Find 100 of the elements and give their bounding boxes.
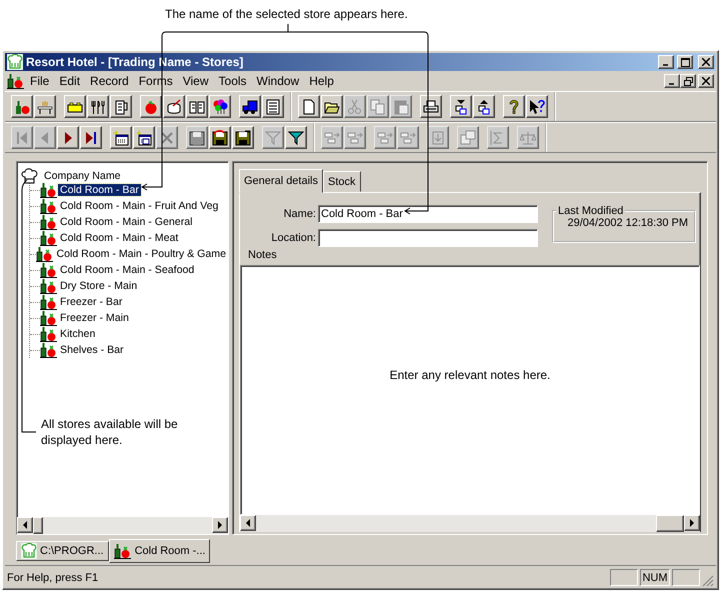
horizontal-scrollbar[interactable] (240, 515, 700, 532)
scroll-right-button[interactable] (212, 517, 228, 533)
restore-button[interactable] (680, 74, 696, 88)
tree-item[interactable]: Cold Room - Main - General (58, 216, 194, 228)
toolbar-button[interactable] (503, 95, 525, 118)
bottle-apple-icon (40, 294, 58, 310)
toolbar-button[interactable] (163, 95, 185, 118)
help-pointer-icon (529, 98, 545, 114)
toolbar-button[interactable] (186, 95, 208, 118)
status-indicator: NUM (640, 569, 670, 586)
toolbar-button[interactable] (262, 95, 284, 118)
toolbar-button[interactable] (87, 95, 109, 118)
toolbar-button[interactable] (110, 95, 132, 118)
tree-item[interactable]: Kitchen (58, 328, 98, 340)
minimize-button[interactable] (664, 74, 680, 88)
menu-item[interactable]: Record (85, 74, 134, 88)
menu-item[interactable]: Tools (214, 74, 252, 88)
left-arrow-icon (22, 521, 28, 529)
scroll-left-button[interactable] (17, 517, 33, 533)
window-tab[interactable]: C:\PROGR... (16, 541, 109, 561)
notes-field[interactable]: Enter any relevant notes here. (240, 265, 700, 515)
status-pane (672, 569, 700, 586)
bottle-apple-icon (40, 230, 58, 246)
window-tab[interactable]: Cold Room -... (108, 539, 210, 563)
close-icon (702, 58, 710, 66)
chef-icon (21, 543, 37, 559)
copy-icon (370, 98, 386, 114)
close-button[interactable] (698, 55, 714, 69)
save-as-icon (235, 130, 251, 146)
scroll-left-button[interactable] (240, 515, 256, 531)
tree-item[interactable]: Freezer - Main (58, 312, 131, 324)
toolbar-button[interactable] (80, 126, 102, 149)
maximize-button[interactable] (677, 55, 693, 69)
scales-icon (520, 130, 536, 146)
toolbar-button[interactable] (526, 95, 548, 118)
restore-icon (684, 76, 692, 86)
field-label: Notes (247, 248, 278, 263)
scroll-thumb[interactable] (656, 515, 684, 532)
toolbar-button[interactable] (473, 95, 495, 118)
minimize-button[interactable] (658, 55, 674, 69)
bottle-apple-icon (40, 342, 58, 358)
horizontal-scrollbar[interactable] (17, 517, 228, 534)
toolbar-button[interactable] (321, 95, 343, 118)
callout-text: All stores available will be displayed here. (41, 416, 179, 448)
tree-item[interactable]: Cold Room - Main - Seafood (58, 264, 196, 276)
field-label: Name: (282, 208, 317, 220)
tree-item[interactable]: Cold Room - Main - Meat (58, 232, 180, 244)
bottle-apple-icon (14, 98, 30, 114)
tree-item[interactable]: Freezer - Bar (58, 296, 124, 308)
toolbar-button[interactable] (285, 126, 307, 149)
toolbar-button[interactable] (209, 95, 231, 118)
bottle-apple-icon (40, 198, 58, 214)
chef-icon (7, 54, 23, 70)
maximize-icon (680, 58, 690, 66)
toolbar-button[interactable] (239, 95, 261, 118)
menu-item[interactable]: File (25, 74, 54, 88)
scroll-thumb[interactable] (33, 517, 43, 534)
menu-item[interactable]: View (178, 74, 214, 88)
balloons-icon (212, 98, 228, 114)
tree-item[interactable]: Cold Room - Bar (58, 184, 141, 196)
tree-root[interactable]: Company Name (42, 170, 123, 182)
toolbar-button[interactable] (11, 95, 33, 118)
toolbar-button[interactable] (420, 95, 442, 118)
scissors-icon (347, 98, 363, 114)
tomato-icon (143, 98, 159, 114)
scroll-right-button[interactable] (684, 515, 700, 531)
tree-item[interactable]: Cold Room - Main - Poultry & Game (54, 248, 228, 260)
toolbar-button[interactable] (232, 126, 254, 149)
tab[interactable]: General details (239, 169, 323, 193)
toolbar-button[interactable] (133, 126, 155, 149)
location-field[interactable] (318, 229, 538, 247)
move-up-icon (377, 130, 393, 146)
new-record-icon (113, 130, 129, 146)
toolbar-button[interactable] (64, 95, 86, 118)
tree-item[interactable]: Shelves - Bar (58, 344, 126, 356)
tab[interactable]: Stock (323, 171, 361, 192)
tree-item[interactable]: Dry Store - Main (58, 280, 140, 292)
resize-grip-icon (702, 575, 714, 587)
menu-item[interactable]: Help (304, 74, 339, 88)
menu-item[interactable]: Window (252, 74, 304, 88)
cutlery-icon (90, 98, 106, 114)
menu-item[interactable]: Edit (54, 74, 86, 88)
toolbar-button[interactable] (110, 126, 132, 149)
group-label: Last Modified (557, 205, 624, 217)
tree-item[interactable]: Cold Room - Main - Fruit And Veg (58, 200, 220, 212)
bottle-apple-icon (40, 310, 58, 326)
toolbar-button[interactable] (140, 95, 162, 118)
toolbar-button[interactable] (57, 126, 79, 149)
table-icon (37, 98, 53, 114)
bottle-apple-icon (40, 214, 58, 230)
bottle-apple-icon (40, 278, 58, 294)
left-arrow-icon (245, 519, 251, 527)
close-icon (702, 77, 710, 85)
toolbar-button[interactable] (450, 95, 472, 118)
name-field[interactable]: Cold Room - Bar (318, 205, 538, 223)
bottle-apple-icon (40, 326, 58, 342)
toolbar-button[interactable] (298, 95, 320, 118)
close-button[interactable] (698, 74, 714, 88)
toolbar-button[interactable] (34, 95, 56, 118)
toolbar-button[interactable] (209, 126, 231, 149)
